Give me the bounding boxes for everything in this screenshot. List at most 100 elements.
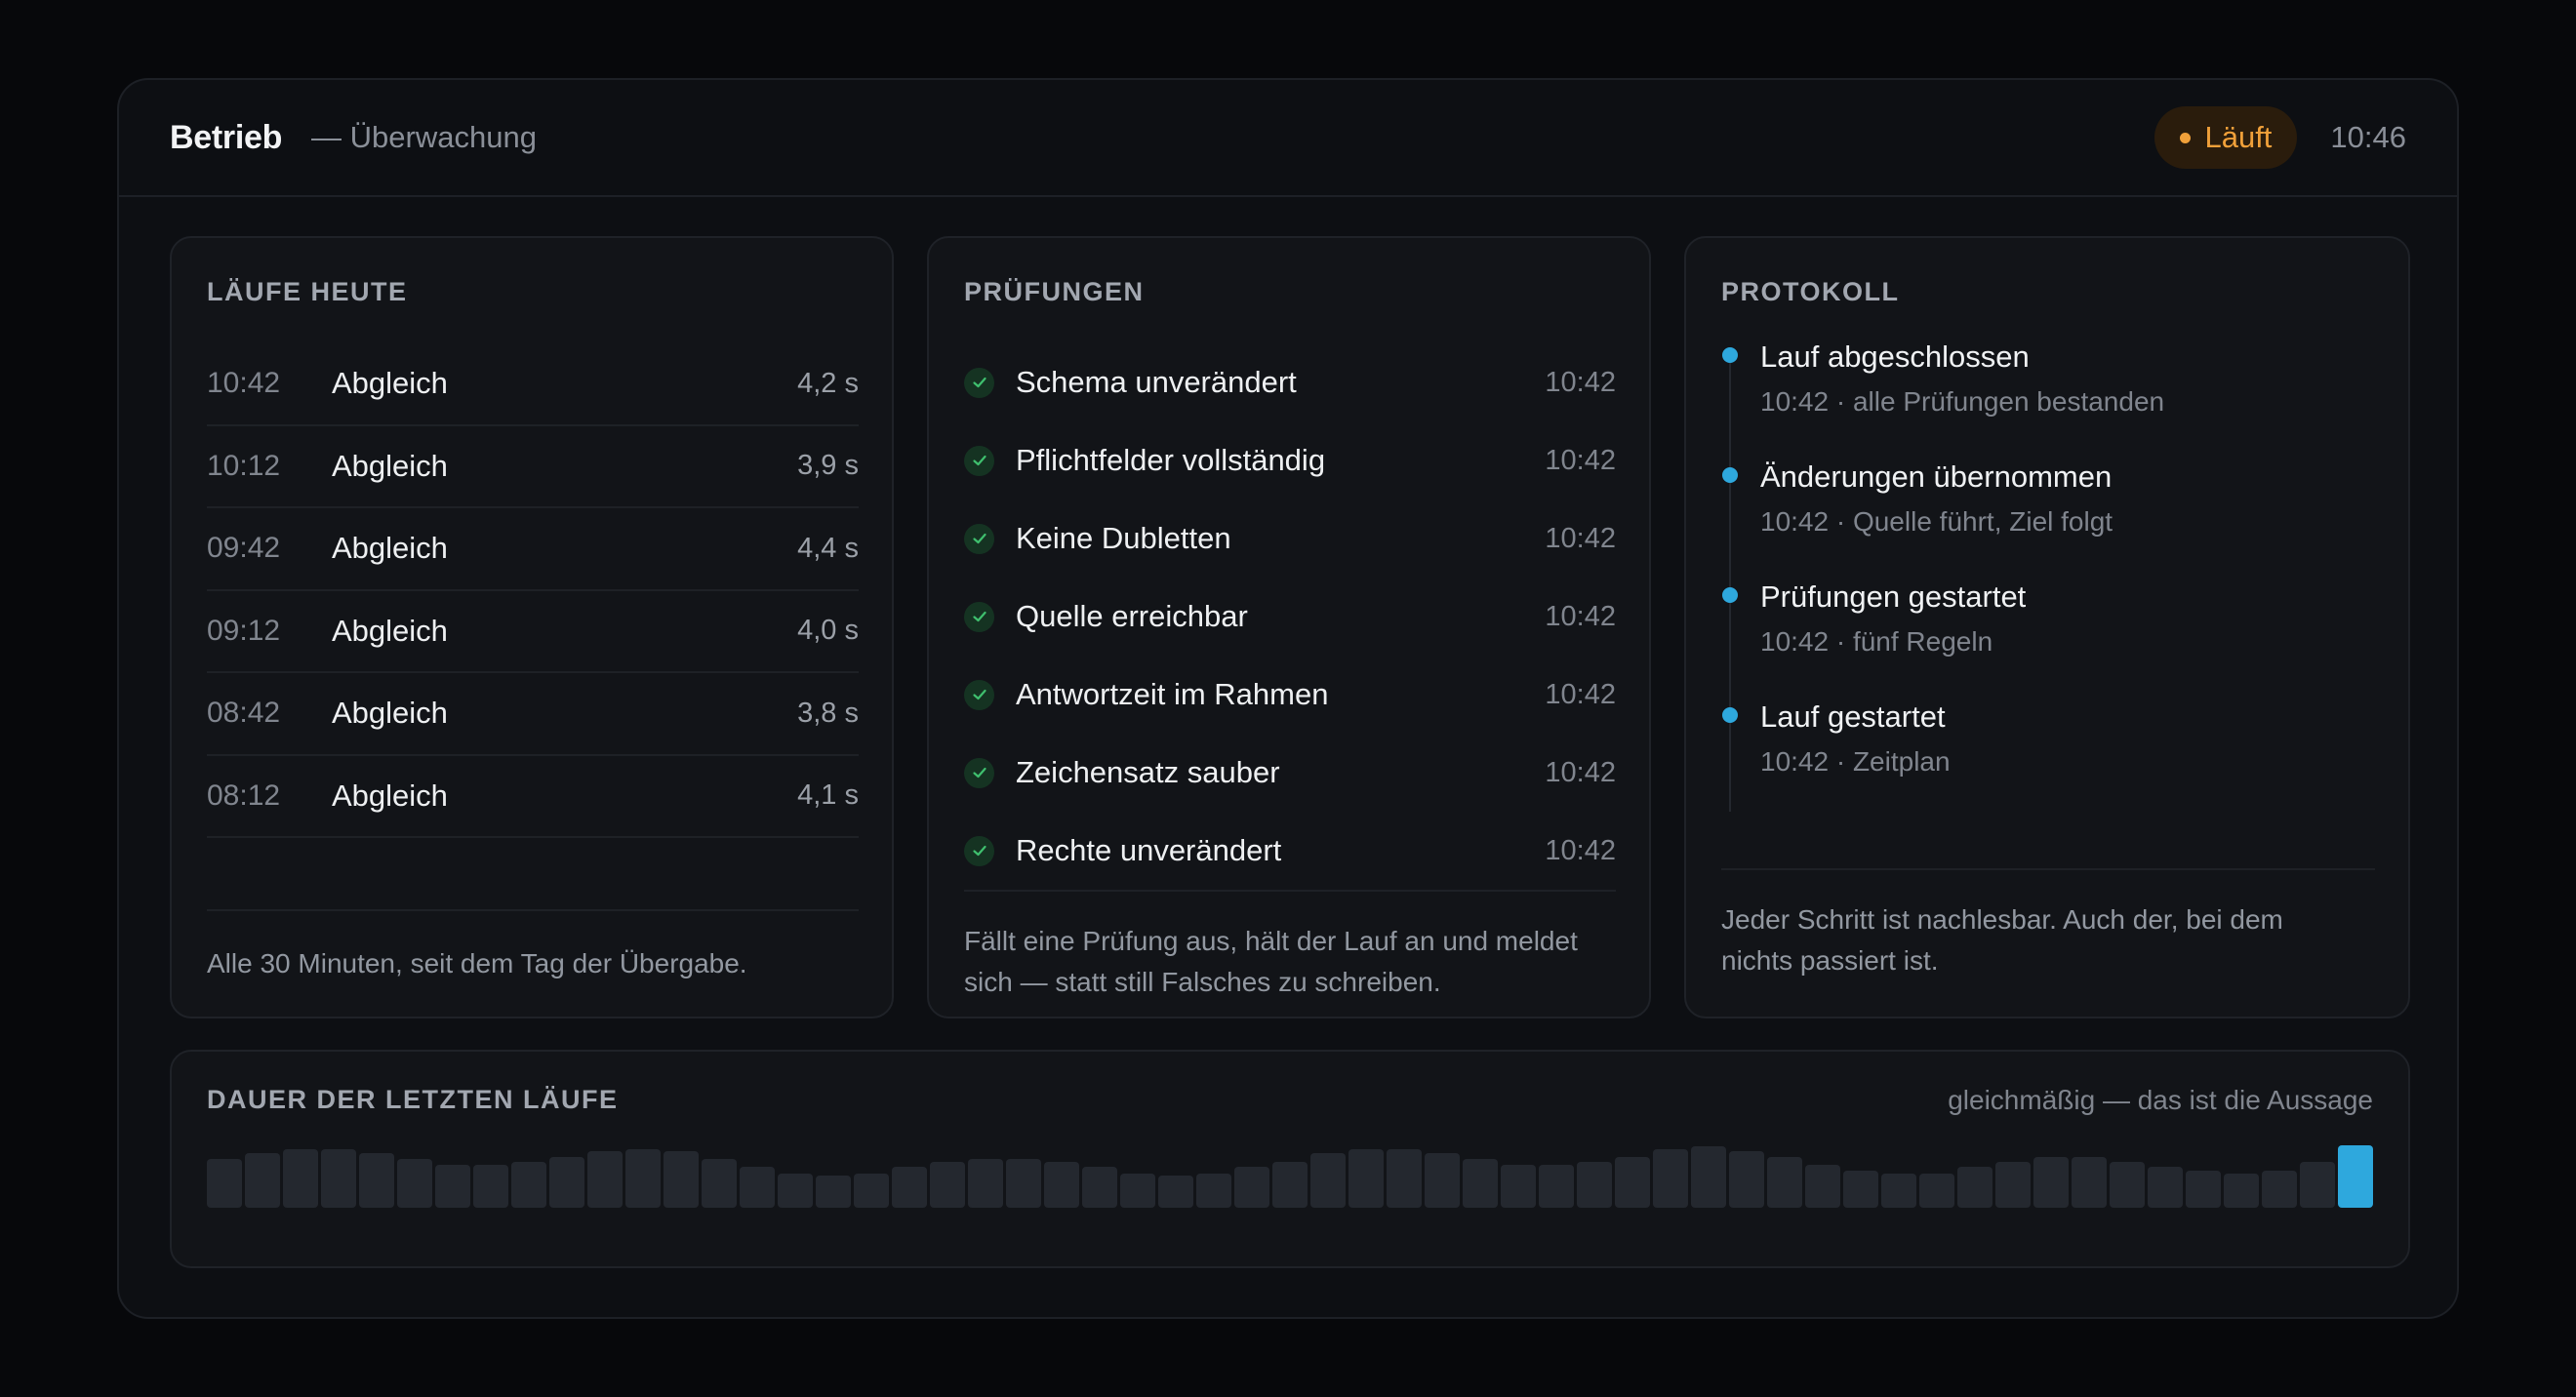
duration-bar[interactable] bbox=[1577, 1162, 1612, 1208]
duration-bar[interactable] bbox=[778, 1173, 813, 1208]
duration-bar[interactable] bbox=[1425, 1153, 1460, 1208]
duration-bar[interactable] bbox=[1539, 1164, 1574, 1208]
duration-bar[interactable] bbox=[283, 1148, 318, 1208]
log-entry-title: Lauf abgeschlossen bbox=[1760, 339, 2030, 374]
run-time: 09:12 bbox=[207, 614, 281, 647]
duration-bar[interactable] bbox=[397, 1159, 432, 1208]
check-icon bbox=[964, 445, 994, 476]
check-row[interactable]: Keine Dubletten 10:42 bbox=[964, 499, 1616, 578]
duration-bar[interactable] bbox=[1881, 1173, 1916, 1208]
check-row[interactable]: Zeichensatz sauber 10:42 bbox=[964, 734, 1616, 812]
run-name: Abgleich bbox=[332, 366, 448, 401]
app-title: Betrieb bbox=[170, 118, 283, 156]
run-row[interactable]: 08:42 Abgleich 3,8 s bbox=[207, 673, 859, 756]
run-row[interactable]: 08:12 Abgleich 4,1 s bbox=[207, 756, 859, 838]
status-dot-icon bbox=[2180, 132, 2192, 143]
log-footer-line: nichts passiert ist. bbox=[1721, 945, 1939, 976]
duration-bar[interactable] bbox=[2072, 1156, 2107, 1208]
duration-bar[interactable] bbox=[1957, 1167, 1992, 1208]
run-name: Abgleich bbox=[332, 448, 448, 483]
duration-bar[interactable] bbox=[1843, 1170, 1878, 1208]
run-duration: 4,4 s bbox=[797, 532, 859, 564]
status-badge: Läuft bbox=[2154, 106, 2298, 169]
duration-bar[interactable] bbox=[1158, 1176, 1193, 1208]
duration-bar[interactable] bbox=[2186, 1170, 2221, 1208]
duration-bar[interactable] bbox=[435, 1164, 470, 1208]
duration-bar[interactable] bbox=[1234, 1167, 1269, 1208]
duration-bar[interactable] bbox=[968, 1159, 1003, 1208]
duration-bar[interactable] bbox=[1044, 1162, 1079, 1208]
check-row[interactable]: Antwortzeit im Rahmen 10:42 bbox=[964, 656, 1616, 734]
run-row[interactable]: 09:12 Abgleich 4,0 s bbox=[207, 591, 859, 673]
check-name: Antwortzeit im Rahmen bbox=[1016, 677, 1329, 711]
duration-bar[interactable] bbox=[1120, 1173, 1155, 1208]
duration-bar[interactable] bbox=[359, 1153, 394, 1208]
timeline-dot-icon bbox=[1722, 707, 1738, 723]
check-row[interactable]: Rechte unverändert 10:42 bbox=[964, 812, 1616, 890]
duration-bar[interactable] bbox=[702, 1159, 737, 1208]
duration-bar[interactable] bbox=[625, 1148, 661, 1208]
log-entry-detail: 10:42 · Quelle führt, Ziel folgt bbox=[1760, 506, 2113, 537]
duration-bar[interactable] bbox=[1805, 1164, 1840, 1208]
duration-bar[interactable] bbox=[2262, 1170, 2297, 1208]
duration-bar[interactable] bbox=[2300, 1162, 2335, 1208]
duration-bar[interactable] bbox=[1272, 1162, 1308, 1208]
check-icon bbox=[964, 601, 994, 632]
duration-bar[interactable] bbox=[1310, 1153, 1346, 1208]
checks-list: Schema unverändert 10:42 Pflichtfelder v… bbox=[964, 343, 1616, 890]
duration-bar[interactable] bbox=[2338, 1145, 2373, 1208]
duration-bar[interactable] bbox=[892, 1167, 927, 1208]
run-name: Abgleich bbox=[332, 778, 448, 813]
check-row[interactable]: Pflichtfelder vollständig 10:42 bbox=[964, 421, 1616, 499]
duration-bar[interactable] bbox=[1729, 1150, 1764, 1208]
log-card: Protokoll Lauf abgeschlossen 10:42 · all… bbox=[1684, 236, 2410, 1018]
log-entry-detail: 10:42 · Zeitplan bbox=[1760, 746, 1951, 777]
duration-bar[interactable] bbox=[1348, 1148, 1384, 1208]
run-time: 08:12 bbox=[207, 778, 281, 812]
duration-bar[interactable] bbox=[1501, 1164, 1536, 1208]
duration-bar[interactable] bbox=[1463, 1159, 1498, 1208]
log-entry[interactable]: Prüfungen gestartet 10:42 · fünf Regeln bbox=[1721, 576, 2375, 696]
duration-bar[interactable] bbox=[549, 1156, 584, 1208]
log-entry[interactable]: Änderungen übernommen 10:42 · Quelle füh… bbox=[1721, 456, 2375, 576]
check-icon bbox=[964, 835, 994, 866]
duration-bar[interactable] bbox=[2224, 1173, 2259, 1208]
duration-bar[interactable] bbox=[1196, 1173, 1231, 1208]
duration-bar[interactable] bbox=[1653, 1148, 1688, 1208]
duration-bar[interactable] bbox=[854, 1173, 889, 1208]
duration-bar[interactable] bbox=[1615, 1156, 1650, 1208]
duration-bar[interactable] bbox=[930, 1162, 965, 1208]
duration-bar[interactable] bbox=[473, 1164, 508, 1208]
durations-card: Dauer der letzten Läufe gleichmäßig — da… bbox=[170, 1050, 2410, 1268]
duration-bar[interactable] bbox=[2033, 1156, 2069, 1208]
check-name: Schema unverändert bbox=[1016, 365, 1297, 399]
run-row[interactable]: 10:12 Abgleich 3,9 s bbox=[207, 426, 859, 508]
duration-bar[interactable] bbox=[816, 1176, 851, 1208]
duration-bar[interactable] bbox=[1387, 1148, 1422, 1208]
duration-bar[interactable] bbox=[207, 1159, 242, 1208]
duration-bar[interactable] bbox=[1082, 1167, 1117, 1208]
duration-bar[interactable] bbox=[740, 1167, 775, 1208]
run-row[interactable]: 09:42 Abgleich 4,4 s bbox=[207, 508, 859, 591]
duration-bar[interactable] bbox=[245, 1153, 280, 1208]
duration-bar[interactable] bbox=[511, 1162, 546, 1208]
duration-bar[interactable] bbox=[1767, 1156, 1802, 1208]
duration-bar[interactable] bbox=[587, 1150, 623, 1208]
duration-bar[interactable] bbox=[664, 1150, 699, 1208]
duration-bar[interactable] bbox=[1006, 1159, 1041, 1208]
run-time: 09:42 bbox=[207, 532, 281, 565]
duration-bar[interactable] bbox=[321, 1148, 356, 1208]
log-entry[interactable]: Lauf gestartet 10:42 · Zeitplan bbox=[1721, 696, 2375, 816]
run-row[interactable]: 10:42 Abgleich 4,2 s bbox=[207, 343, 859, 426]
check-icon bbox=[964, 757, 994, 788]
duration-bar[interactable] bbox=[1995, 1162, 2031, 1208]
durations-title: Dauer der letzten Läufe bbox=[207, 1085, 619, 1114]
duration-bar[interactable] bbox=[2110, 1162, 2145, 1208]
check-row[interactable]: Schema unverändert 10:42 bbox=[964, 343, 1616, 421]
duration-bar[interactable] bbox=[1691, 1146, 1726, 1208]
duration-bar[interactable] bbox=[1919, 1173, 1954, 1208]
check-row[interactable]: Quelle erreichbar 10:42 bbox=[964, 578, 1616, 656]
log-entry[interactable]: Lauf abgeschlossen 10:42 · alle Prüfunge… bbox=[1721, 336, 2375, 456]
check-name: Keine Dubletten bbox=[1016, 521, 1231, 555]
duration-bar[interactable] bbox=[2148, 1167, 2183, 1208]
